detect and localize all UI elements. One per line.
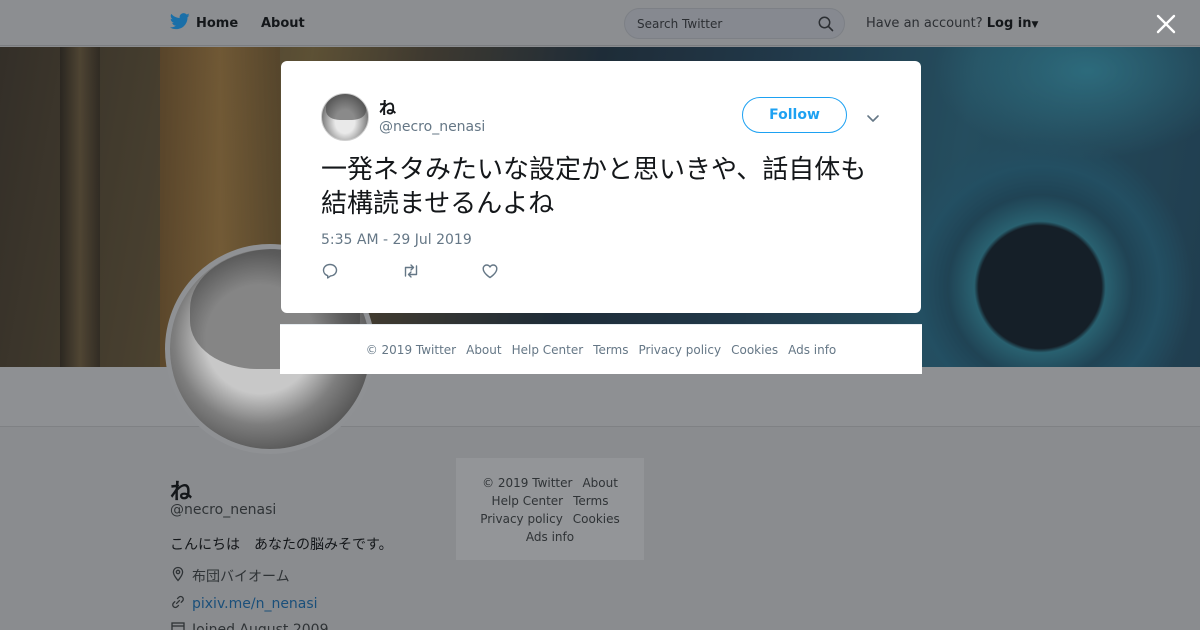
tweet-author-avatar[interactable] bbox=[321, 93, 369, 141]
nav-home[interactable]: Home bbox=[169, 13, 239, 34]
twitter-bird-icon bbox=[169, 13, 190, 34]
tweet-modal: ね @necro_nenasi Follow 一発ネタみたいな設定かと思いきや、… bbox=[281, 61, 921, 313]
modal-footer-about-link[interactable]: About bbox=[466, 343, 501, 357]
nav-about[interactable]: About bbox=[261, 16, 305, 31]
profile-joined: Joined August 2009 bbox=[170, 620, 328, 630]
footer-terms-link[interactable]: Terms bbox=[573, 494, 608, 508]
tweet-author-handle[interactable]: @necro_nenasi bbox=[379, 119, 485, 135]
tweet-text: 一発ネタみたいな設定かと思いきや、話自体も結構読ませるんよね bbox=[321, 155, 867, 219]
account-prompt: Have an account? Log in▼ bbox=[866, 16, 1038, 31]
modal-footer-ads-link[interactable]: Ads info bbox=[788, 343, 836, 357]
footer-copyright: © 2019 Twitter bbox=[482, 476, 573, 490]
footer-help-link[interactable]: Help Center bbox=[492, 494, 564, 508]
tweet-timestamp[interactable]: 5:35 AM - 29 Jul 2019 bbox=[321, 232, 472, 248]
profile-location-text: 布団バイオーム bbox=[192, 569, 290, 585]
sidebar-footer: © 2019 Twitter About Help Center Terms Pri… bbox=[456, 458, 644, 560]
login-link[interactable]: Log in bbox=[987, 16, 1032, 31]
nav-home-label: Home bbox=[196, 16, 239, 31]
retweet-button[interactable] bbox=[401, 263, 481, 283]
retweet-icon bbox=[401, 262, 421, 284]
modal-footer-copyright: © 2019 Twitter bbox=[365, 342, 457, 357]
like-button[interactable] bbox=[481, 263, 561, 283]
footer-about-link[interactable]: About bbox=[582, 476, 617, 490]
modal-footer: © 2019 Twitter About Help Center Terms P… bbox=[280, 324, 922, 374]
top-navigation-bar: Home About Search Twitter Have an accoun… bbox=[0, 0, 1200, 46]
modal-footer-help-link[interactable]: Help Center bbox=[512, 343, 584, 357]
modal-footer-terms-link[interactable]: Terms bbox=[593, 343, 628, 357]
profile-location: 布団バイオーム bbox=[170, 566, 290, 586]
account-prompt-text: Have an account? bbox=[866, 16, 983, 31]
profile-handle[interactable]: @necro_nenasi bbox=[170, 502, 276, 518]
caret-down-icon[interactable]: ▼ bbox=[1032, 20, 1039, 30]
calendar-icon bbox=[170, 620, 186, 630]
reply-icon bbox=[321, 262, 339, 284]
location-pin-icon bbox=[170, 566, 186, 586]
tweet-actions bbox=[321, 263, 561, 283]
profile-website-link[interactable]: pixiv.me/n_nenasi bbox=[192, 596, 318, 612]
link-icon bbox=[170, 594, 186, 614]
profile-joined-text: Joined August 2009 bbox=[192, 622, 329, 630]
modal-footer-privacy-link[interactable]: Privacy policy bbox=[639, 343, 722, 357]
close-icon[interactable] bbox=[1154, 12, 1178, 36]
reply-button[interactable] bbox=[321, 263, 401, 283]
tweet-author-name[interactable]: ね bbox=[379, 94, 396, 119]
search-input[interactable]: Search Twitter bbox=[624, 8, 845, 39]
search-placeholder: Search Twitter bbox=[637, 17, 723, 31]
profile-bio: こんにちは あなたの脳みそです。 bbox=[170, 537, 393, 553]
footer-cookies-link[interactable]: Cookies bbox=[573, 512, 620, 526]
profile-website[interactable]: pixiv.me/n_nenasi bbox=[170, 594, 318, 614]
modal-footer-cookies-link[interactable]: Cookies bbox=[731, 343, 778, 357]
footer-privacy-link[interactable]: Privacy policy bbox=[480, 512, 563, 526]
footer-ads-link[interactable]: Ads info bbox=[526, 530, 574, 544]
heart-icon bbox=[481, 262, 499, 284]
search-icon[interactable] bbox=[818, 16, 834, 36]
follow-button[interactable]: Follow bbox=[742, 97, 847, 133]
chevron-down-icon[interactable] bbox=[866, 109, 880, 128]
